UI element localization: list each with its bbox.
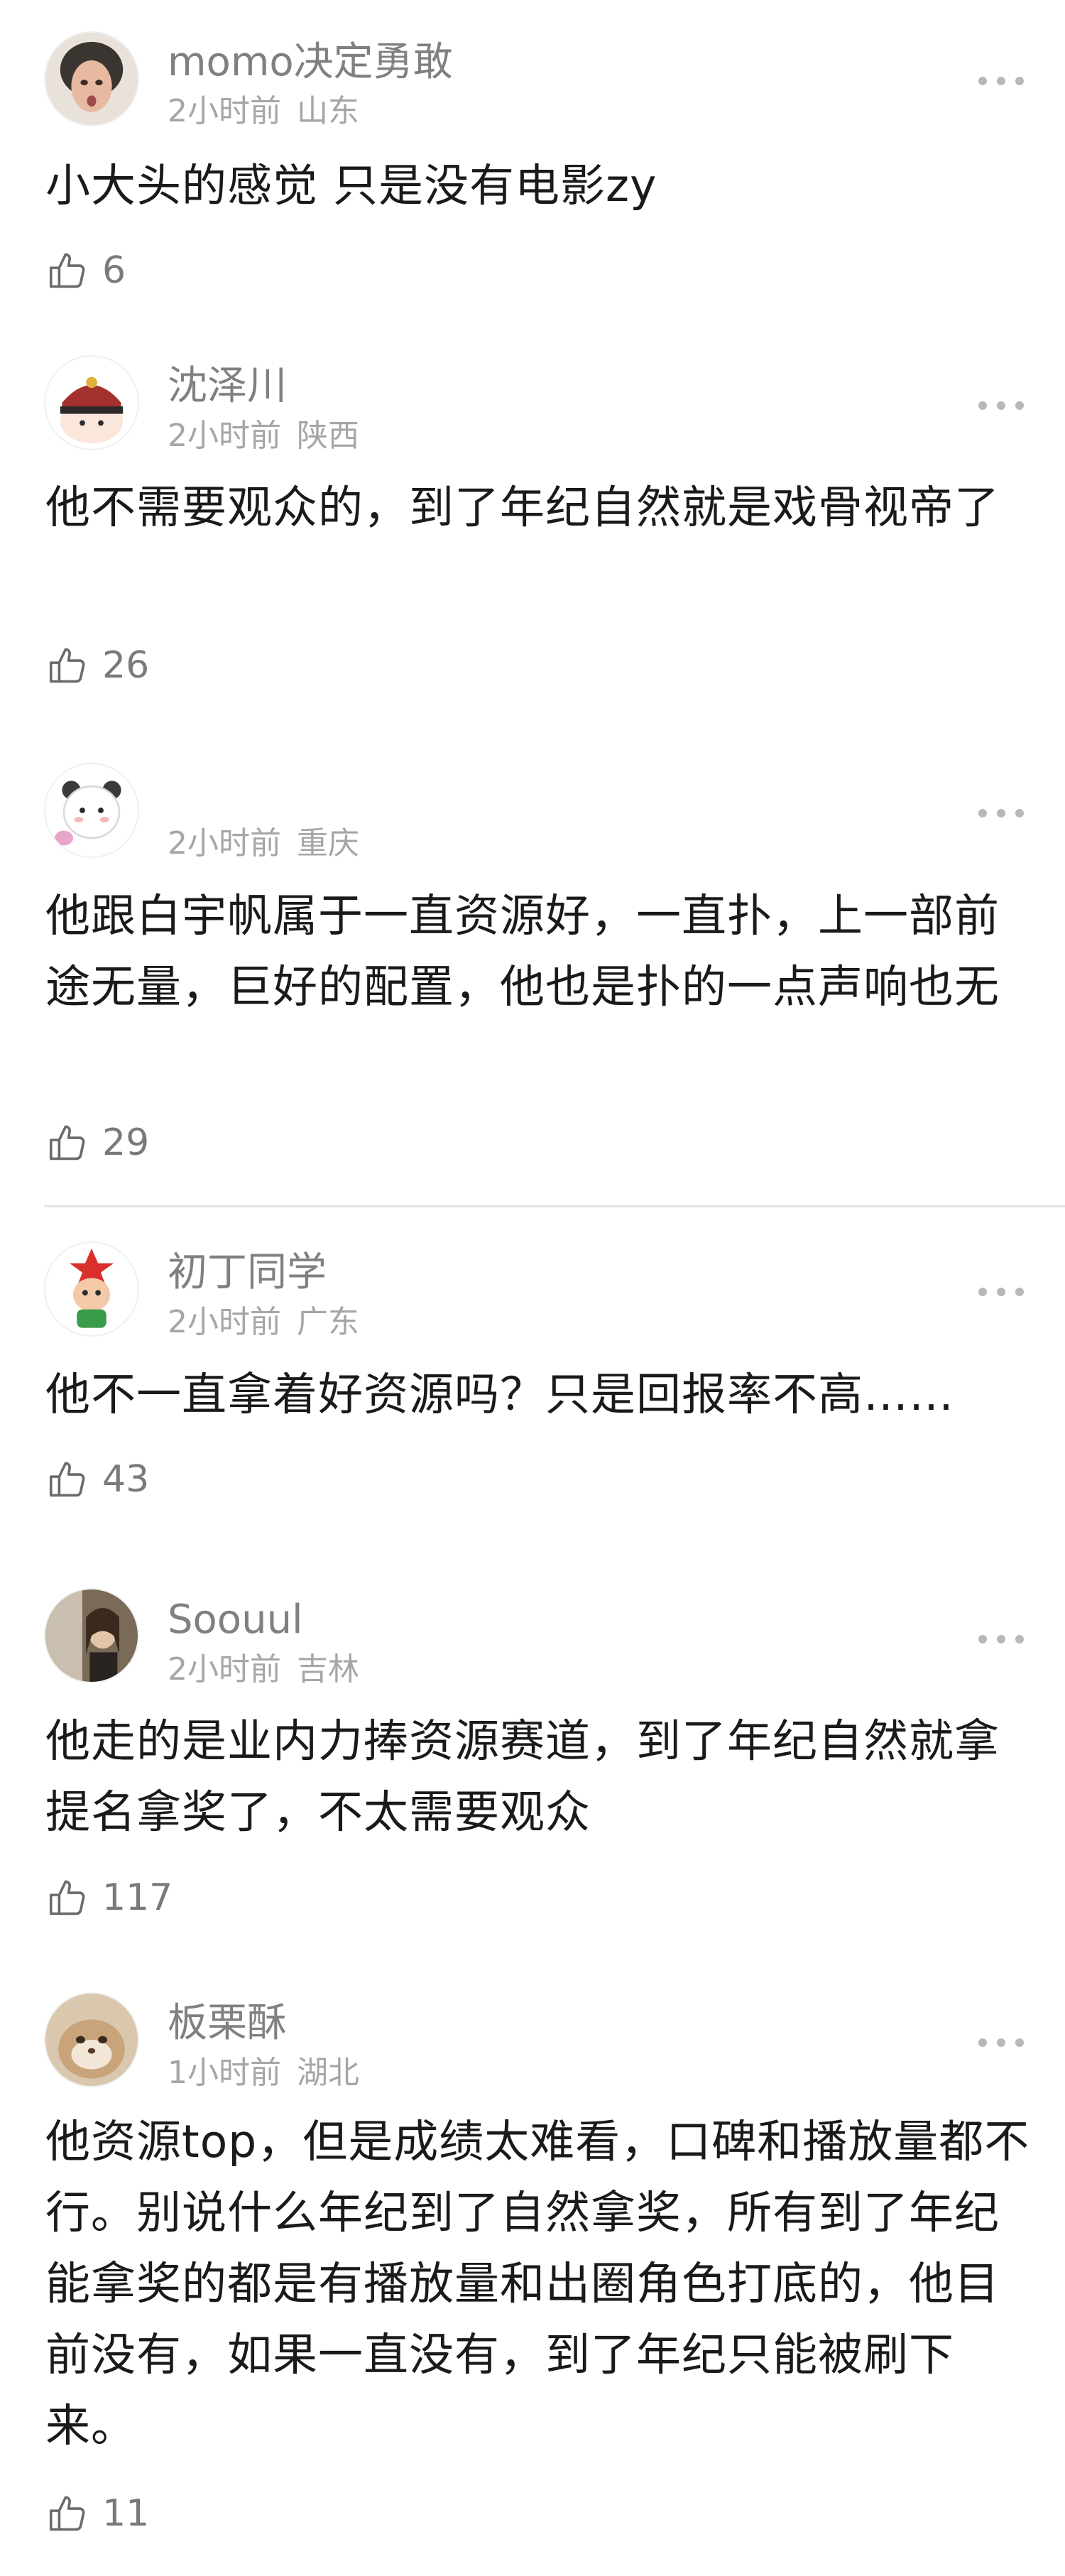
comment-time: 2小时前 [168, 1651, 281, 1688]
comment-meta: 2小时前 吉林 [168, 1654, 359, 1685]
username[interactable]: momo决定勇敢 [168, 43, 453, 82]
thumbs-up-icon [45, 249, 89, 293]
comment-time: 1小时前 [168, 2055, 281, 2091]
like-button[interactable]: 117 [45, 1873, 173, 1923]
comment-time: 2小时前 [168, 825, 281, 862]
comment-text: 他跟白宇帆属于一直资源好，一直扑，上一部前途无量，巨好的配置，他也是扑的一点声响… [45, 890, 1000, 1013]
comment-time: 2小时前 [168, 418, 281, 454]
more-options-icon[interactable] [978, 75, 1024, 87]
avatar[interactable] [44, 31, 139, 126]
comment-meta: 1小时前 湖北 [168, 2058, 359, 2089]
username[interactable]: 沈泽川 [168, 366, 287, 406]
avatar[interactable] [44, 1992, 139, 2087]
comment-location: 山东 [297, 93, 359, 129]
avatar[interactable] [44, 1241, 139, 1337]
more-options-icon[interactable] [978, 1286, 1024, 1298]
avatar-image [45, 33, 138, 125]
avatar-image [45, 1589, 138, 1682]
comment-meta: 2小时前 广东 [168, 1307, 359, 1338]
divider [44, 1205, 1065, 1207]
comment-meta: 2小时前 重庆 [168, 828, 359, 859]
comment-location: 重庆 [297, 825, 359, 862]
avatar-image [45, 764, 138, 857]
avatar-image [45, 357, 138, 449]
comment-time: 2小时前 [168, 1304, 281, 1340]
avatar-image [45, 1243, 138, 1335]
comment-text: 他不需要观众的，到了年纪自然就是戏骨视帝了 [45, 482, 1000, 533]
username[interactable]: 板栗酥 [168, 2004, 287, 2043]
avatar[interactable] [44, 1588, 139, 1683]
avatar[interactable] [44, 763, 139, 858]
comment-location: 陕西 [297, 418, 359, 454]
thumbs-up-icon [45, 1876, 89, 1920]
comment-location: 吉林 [297, 1651, 359, 1688]
thumbs-up-icon [45, 1457, 89, 1501]
comment-location: 广东 [297, 1304, 359, 1340]
like-count: 26 [102, 644, 150, 687]
comment-text: 他走的是业内力捧资源赛道，到了年纪自然就拿提名拿奖了，不太需要观众 [45, 1715, 1000, 1838]
comment-meta: 2小时前 山东 [168, 96, 359, 127]
comment-text: 小大头的感觉 只是没有电影zy [45, 160, 657, 212]
like-count: 6 [102, 249, 126, 292]
like-count: 29 [102, 1121, 150, 1164]
like-button[interactable]: 6 [45, 246, 126, 295]
avatar[interactable] [44, 355, 139, 450]
avatar-image [45, 1994, 138, 2086]
thumbs-up-icon [45, 1121, 89, 1165]
more-options-icon[interactable] [978, 1634, 1024, 1645]
like-button[interactable]: 11 [45, 2489, 149, 2538]
like-button[interactable]: 26 [45, 641, 149, 690]
comment-location: 湖北 [297, 2055, 359, 2091]
more-options-icon[interactable] [978, 2037, 1024, 2048]
comment-meta: 2小时前 陕西 [168, 420, 359, 452]
thumbs-up-icon [45, 2491, 89, 2536]
more-options-icon[interactable] [978, 400, 1024, 411]
comment-time: 2小时前 [168, 93, 281, 129]
like-count: 117 [102, 1876, 173, 1919]
comment-text: 他资源top，但是成绩太难看，口碑和播放量都不行。别说什么年纪到了自然拿奖，所有… [45, 2116, 1030, 2452]
username[interactable]: Soouul [168, 1600, 303, 1640]
like-count: 11 [102, 2492, 150, 2535]
like-count: 43 [102, 1458, 150, 1501]
username[interactable]: 初丁同学 [168, 1253, 327, 1293]
comment-text: 他不一直拿着好资源吗？只是回报率不高…… [45, 1369, 954, 1420]
like-button[interactable]: 43 [45, 1455, 149, 1504]
thumbs-up-icon [45, 643, 89, 688]
more-options-icon[interactable] [978, 808, 1024, 819]
like-button[interactable]: 29 [45, 1118, 149, 1168]
